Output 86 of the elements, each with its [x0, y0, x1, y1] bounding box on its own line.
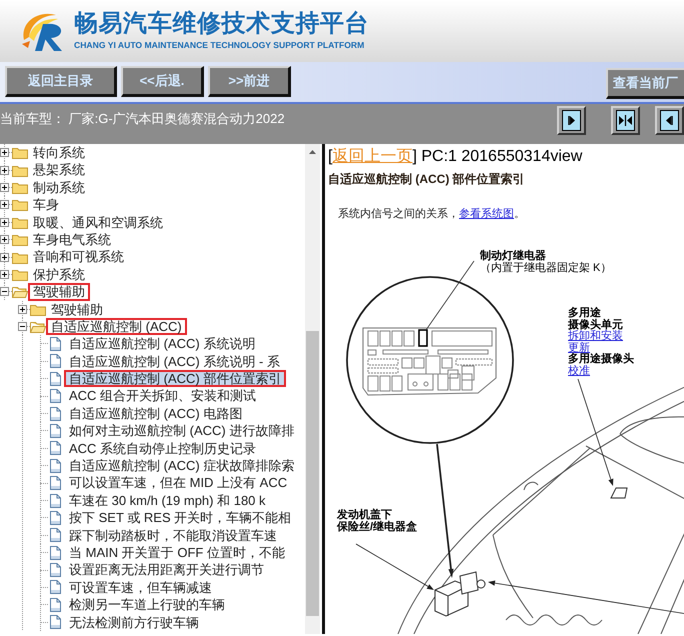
open-folder-icon	[30, 320, 46, 334]
callout-label: 多用途	[568, 308, 601, 319]
tree-item[interactable]: 悬架系统	[28, 161, 90, 179]
plus-box-icon[interactable]	[0, 200, 9, 210]
open-folder-icon	[12, 285, 28, 298]
tree-item[interactable]: 车身电气系统	[28, 230, 116, 248]
relay-block	[418, 329, 428, 347]
intro-text: 系统内信号之间的关系，参看系统图。	[338, 208, 526, 221]
arrow-left-icon	[660, 110, 679, 131]
document-icon	[50, 424, 62, 438]
tree-item[interactable]: 车身	[28, 196, 64, 214]
relay-module	[459, 571, 486, 595]
page-header-line: [返回上一页] PC:1 2016550314view	[328, 147, 584, 166]
document-icon	[50, 336, 62, 351]
document-icon	[50, 372, 62, 386]
tree-item[interactable]: 自适应巡航控制 (ACC) 系统说明	[64, 335, 260, 353]
tree-item[interactable]: 制动系统	[28, 178, 90, 196]
callout-label: 制动灯继电器	[480, 251, 547, 262]
tree-item[interactable]: 自适应巡航控制 (ACC)	[46, 318, 187, 336]
tree-item[interactable]: 自适应巡航控制 (ACC) 症状故障排除索	[64, 457, 300, 474]
vehicle-info: 当前车型： 厂家:G-广汽本田奥德赛混合动力2022	[0, 110, 285, 128]
tree-item[interactable]: 如何对主动巡航控制 (ACC) 进行故障排	[64, 422, 300, 440]
tree-item[interactable]: 音响和可视系统	[28, 248, 129, 266]
document-title: 自适应巡航控制 (ACC) 部件位置索引	[328, 172, 526, 186]
plus-box-icon[interactable]	[0, 270, 9, 279]
tree-item[interactable]: 自适应巡航控制 (ACC) 系统说明 - 系	[64, 352, 285, 370]
tree-item[interactable]: 按下 SET 或 RES 开关时，车辆不能相	[64, 509, 296, 527]
plus-box-icon[interactable]	[0, 235, 9, 244]
arrow-right-icon	[562, 110, 581, 131]
callout-link[interactable]: 校准	[568, 366, 634, 377]
tree-item[interactable]: 无法检测前方行驶车辆	[64, 614, 204, 631]
tree-item[interactable]: 取暖、通风和空调系统	[28, 214, 168, 231]
minus-box-icon[interactable]	[18, 322, 27, 332]
camera-module	[610, 488, 628, 498]
document-icon	[50, 441, 62, 456]
document-icon	[50, 389, 62, 404]
tree-item[interactable]: ACC 组合开关拆卸、安装和测试	[64, 387, 262, 405]
document-icon	[50, 494, 62, 508]
tree-item[interactable]: 当 MAIN 开关置于 OFF 位置时，不能	[64, 544, 290, 562]
scrollbar-thumb[interactable]	[306, 331, 319, 616]
callout-link[interactable]: 拆卸和安装	[568, 331, 634, 342]
tree-item[interactable]: 驾驶辅助	[28, 283, 90, 301]
arrow-right-button[interactable]	[557, 106, 586, 135]
plus-box-icon[interactable]	[0, 148, 9, 158]
tree-item[interactable]: 可以设置车速，但在 MID 上没有 ACC	[64, 474, 292, 492]
plus-box-icon[interactable]	[0, 166, 9, 175]
plus-box-icon[interactable]	[0, 218, 9, 227]
tree-item[interactable]: ACC 系统自动停止控制历史记录	[64, 440, 262, 458]
minus-box-icon[interactable]	[0, 287, 9, 296]
tree-item[interactable]: 自适应巡航控制 (ACC) 部件位置索引	[64, 370, 286, 388]
tree-item[interactable]: 设置距离无法用距离开关进行调节	[64, 561, 269, 579]
document-icon	[50, 458, 62, 473]
document-icon	[50, 406, 62, 421]
arrows-inward-icon	[616, 110, 635, 131]
callout-link[interactable]: 更新	[568, 342, 634, 354]
arrow-left-button[interactable]	[655, 106, 684, 135]
document-icon	[50, 598, 62, 612]
callout-label: 保险丝/继电器盒	[337, 522, 418, 533]
site-title: 畅易汽车维修技术支持平台	[74, 12, 370, 36]
leader-line	[426, 260, 474, 330]
document-icon	[50, 563, 62, 578]
plus-box-icon[interactable]	[0, 182, 9, 192]
document-icon	[50, 528, 62, 542]
document-icon	[50, 510, 62, 525]
system-diagram-link[interactable]: 参看系统图	[459, 208, 514, 220]
tree-item[interactable]: 保护系统	[28, 266, 90, 284]
callout-label: 多用途摄像头	[568, 354, 634, 365]
tree-item[interactable]: 车速在 30 km/h (19 mph) 和 180 k	[64, 492, 271, 510]
site-subtitle: CHANG YI AUTO MAINTENANCE TECHNOLOGY SUPPORT PLATFORM	[74, 41, 366, 50]
document-icon	[50, 615, 62, 630]
tree-item[interactable]: 可设置车速，但车辆减速	[64, 578, 217, 596]
tree-item[interactable]: 自适应巡航控制 (ACC) 电路图	[64, 404, 248, 422]
callout-note: （内置于继电器固定架 K）	[480, 262, 612, 274]
tree-item[interactable]: 检测另一车道上行驶的车辆	[64, 596, 230, 614]
callout-label: 发动机盖下	[337, 510, 392, 521]
tree-item[interactable]: 踩下制动踏板时，不能取消设置车速	[64, 526, 282, 544]
document-icon	[50, 580, 62, 594]
arrows-inward-button[interactable]	[611, 106, 640, 135]
document-icon	[50, 546, 62, 560]
document-icon	[50, 476, 62, 490]
document-icon	[50, 354, 62, 368]
tree-item[interactable]: 驾驶辅助	[46, 300, 108, 318]
plus-box-icon[interactable]	[0, 252, 9, 262]
plus-box-icon[interactable]	[18, 304, 27, 314]
callout-label: 摄像头单元	[568, 320, 624, 330]
tree-item[interactable]: 转向系统	[28, 144, 90, 162]
